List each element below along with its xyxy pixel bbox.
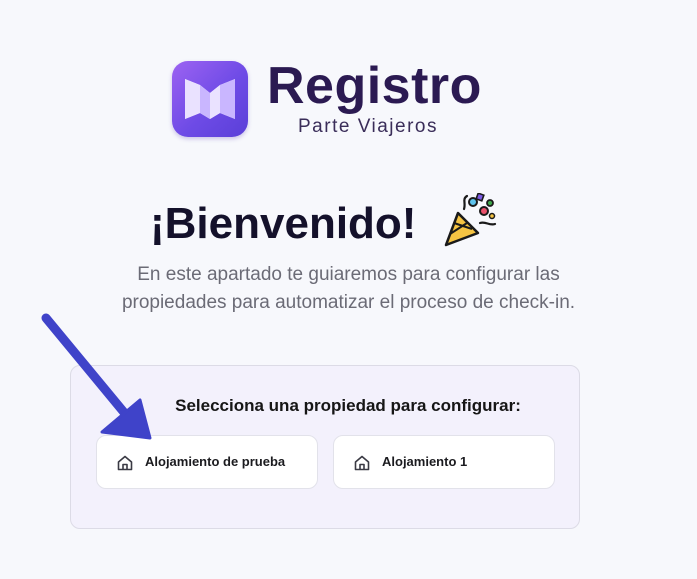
- welcome-page: Registro Parte Viajeros ¡Bienvenido! En …: [0, 0, 697, 579]
- arrow-annotation-icon: [41, 313, 152, 440]
